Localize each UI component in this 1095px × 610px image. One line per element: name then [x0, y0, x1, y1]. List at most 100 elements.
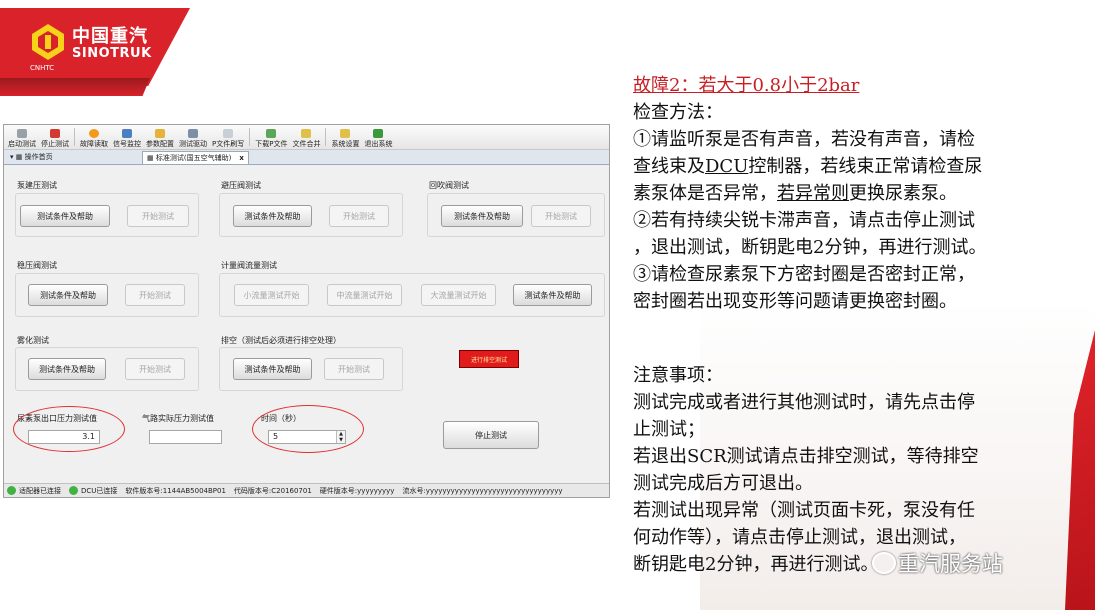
drain-execute-button[interactable]: 进行排空测试	[459, 350, 519, 368]
toolbar-pfile-flash[interactable]: P文件刷写	[212, 129, 244, 149]
atomize-help-button[interactable]: 测试条件及帮助	[28, 358, 106, 380]
sinotruk-emblem-icon	[32, 24, 64, 60]
code-version: 代码版本号:C20160701	[233, 486, 312, 495]
logo-banner-shadow	[0, 78, 150, 96]
text-span-underlined: DCU	[705, 156, 749, 177]
tab-home-label: 操作首页	[24, 153, 53, 161]
note-2-line-2: 测试完成后方可退出。	[633, 473, 813, 494]
highlight-oval	[13, 406, 125, 452]
toolbar: 启动测试 停止测试 故障读取 信号监控 参数配置 测试驱动 P文件刷写 下载P文…	[4, 125, 609, 150]
logo-chinese-text: 中国重汽	[72, 26, 148, 47]
toolbar-file-merge[interactable]: 文件合并	[292, 129, 320, 149]
note-3-line-3: 断钥匙电2分钟，再进行测试。	[633, 554, 879, 575]
toolbar-start-test[interactable]: 启动测试	[8, 129, 36, 149]
step-1-line-3: 素泵体是否异常，若异常则更换尿素泵。	[633, 180, 1085, 207]
note-3-line-2: 何动作等），请点击停止测试，退出测试，	[633, 527, 966, 548]
atomize-start-button[interactable]: 开始测试	[125, 358, 185, 380]
small-flow-button[interactable]: 小流量测试开始	[234, 284, 309, 306]
text-span: 更换尿素泵。	[849, 183, 957, 204]
toolbar-separator	[74, 128, 75, 146]
step-1-line-1: ①请监听泵是否有声音，若没有声音，请检	[633, 129, 975, 150]
toolbar-signal-monitor[interactable]: 信号监控	[113, 129, 141, 149]
connected-indicator-icon	[69, 486, 78, 495]
pump-help-button[interactable]: 测试条件及帮助	[20, 205, 110, 227]
reflux-help-button[interactable]: 测试条件及帮助	[441, 205, 523, 227]
notes-heading: 注意事项：	[633, 365, 723, 386]
drain-start-button[interactable]: 开始测试	[324, 358, 384, 380]
toolbar-fault-read[interactable]: 故障读取	[80, 129, 108, 149]
step-2-line-2: ，退出测试，断钥匙电2分钟，再进行测试。	[633, 237, 987, 258]
check-method-heading: 检查方法：	[633, 102, 723, 123]
medium-flow-button[interactable]: 中流量测试开始	[327, 284, 402, 306]
step-3-line-2: 密封圈若出现变形等问题请更换密封圈。	[633, 291, 957, 312]
note-3-line-1: 若测试出现异常（测试页面卡死，泵没有任	[633, 500, 975, 521]
drain-help-button[interactable]: 测试条件及帮助	[233, 358, 312, 380]
adapter-status-text: 适配器已连接	[19, 486, 61, 495]
stable-start-button[interactable]: 开始测试	[125, 284, 185, 306]
pump-test-title: 泵建压测试	[17, 181, 57, 190]
meter-test-title: 计量阀流量测试	[221, 261, 277, 270]
merge-icon	[301, 129, 312, 138]
config-icon	[155, 129, 165, 138]
play-icon	[17, 129, 27, 138]
highlight-oval	[252, 405, 364, 453]
air-pressure-label: 气路实际压力测试值	[142, 414, 214, 423]
monitor-icon	[122, 129, 132, 138]
serial-number: 流水号:yyyyyyyyyyyyyyyyyyyyyyyyyyyyyyyyy	[402, 486, 563, 495]
stop-icon	[50, 129, 60, 138]
avoid-help-button[interactable]: 测试条件及帮助	[233, 205, 312, 227]
stop-test-button[interactable]: 停止测试	[443, 421, 539, 449]
toolbar-stop-test[interactable]: 停止测试	[41, 129, 69, 149]
toolbar-label: 信号监控	[113, 140, 141, 148]
toolbar-test-drive[interactable]: 测试驱动	[179, 129, 207, 149]
close-icon[interactable]: x	[239, 154, 244, 162]
tab-active-label: 标准测试(国五空气辅助)	[155, 154, 232, 162]
note-2-line-1: 若退出SCR测试请点击排空测试，等待排空	[633, 446, 979, 467]
tab-standard-test[interactable]: ▦ 标准测试(国五空气辅助) x	[142, 151, 249, 164]
adapter-status: 适配器已连接	[7, 486, 61, 496]
toolbar-separator	[249, 128, 251, 146]
logo-small-text: CNHTC	[30, 64, 55, 72]
text-span: 查线束及	[633, 156, 705, 177]
atomize-test-title: 雾化测试	[17, 336, 49, 345]
toolbar-label: 测试驱动	[179, 140, 207, 148]
status-bar: 适配器已连接 DCU已连接 软件版本号:1144AB5004BP01 代码版本号…	[4, 483, 609, 497]
toolbar-param-config[interactable]: 参数配置	[146, 129, 174, 149]
watermark-text: 重汽服务站	[898, 552, 1003, 576]
step-2-line-1: ②若有持续尖锐卡滞声音，请点击停止测试	[633, 210, 975, 231]
toolbar-label: P文件刷写	[212, 140, 245, 148]
air-pressure-field[interactable]	[149, 430, 222, 444]
file-icon	[223, 129, 234, 138]
drain-test-title: 排空（测试后必须进行排空处理）	[221, 336, 341, 345]
fault-title-text: 故障2：若大于0.8小于2bar	[633, 75, 860, 96]
toolbar-label: 故障读取	[80, 140, 108, 148]
settings-icon	[340, 129, 351, 138]
toolbar-system-settings[interactable]: 系统设置	[331, 129, 359, 149]
fault-icon	[89, 129, 99, 138]
stable-help-button[interactable]: 测试条件及帮助	[28, 284, 108, 306]
avoid-start-button[interactable]: 开始测试	[329, 205, 389, 227]
exit-icon	[373, 129, 384, 138]
large-flow-button[interactable]: 大流量测试开始	[421, 284, 496, 306]
wechat-icon	[872, 552, 896, 574]
toolbar-exit-system[interactable]: 退出系统	[364, 129, 392, 149]
dcu-status-text: DCU已连接	[81, 486, 118, 495]
fault-title: 故障2：若大于0.8小于2bar	[633, 72, 1085, 99]
dcu-status: DCU已连接	[69, 486, 117, 496]
drive-icon	[188, 129, 198, 138]
toolbar-label: 参数配置	[146, 140, 174, 148]
toolbar-label: 启动测试	[8, 140, 36, 148]
hardware-version: 硬件版本号:yyyyyyyyy	[319, 486, 395, 495]
meter-help-button[interactable]: 测试条件及帮助	[513, 284, 592, 306]
tab-home[interactable]: ▾ ▦ 操作首页	[6, 151, 57, 163]
toolbar-download-pfile[interactable]: 下载P文件	[255, 129, 287, 149]
toolbar-separator	[325, 128, 327, 146]
step-3-line-1: ③请检查尿素泵下方密封圈是否密封正常，	[633, 264, 975, 285]
tab-bar: ▾ ▦ 操作首页 ▦ 标准测试(国五空气辅助) x	[4, 150, 609, 165]
diagnostic-app-window: 启动测试 停止测试 故障读取 信号监控 参数配置 测试驱动 P文件刷写 下载P文…	[3, 124, 610, 498]
toolbar-label: 文件合并	[292, 140, 321, 148]
pump-start-button[interactable]: 开始测试	[127, 205, 189, 227]
toolbar-label: 退出系统	[364, 140, 393, 148]
note-1-line-2: 止测试；	[633, 419, 705, 440]
reflux-start-button[interactable]: 开始测试	[531, 205, 591, 227]
